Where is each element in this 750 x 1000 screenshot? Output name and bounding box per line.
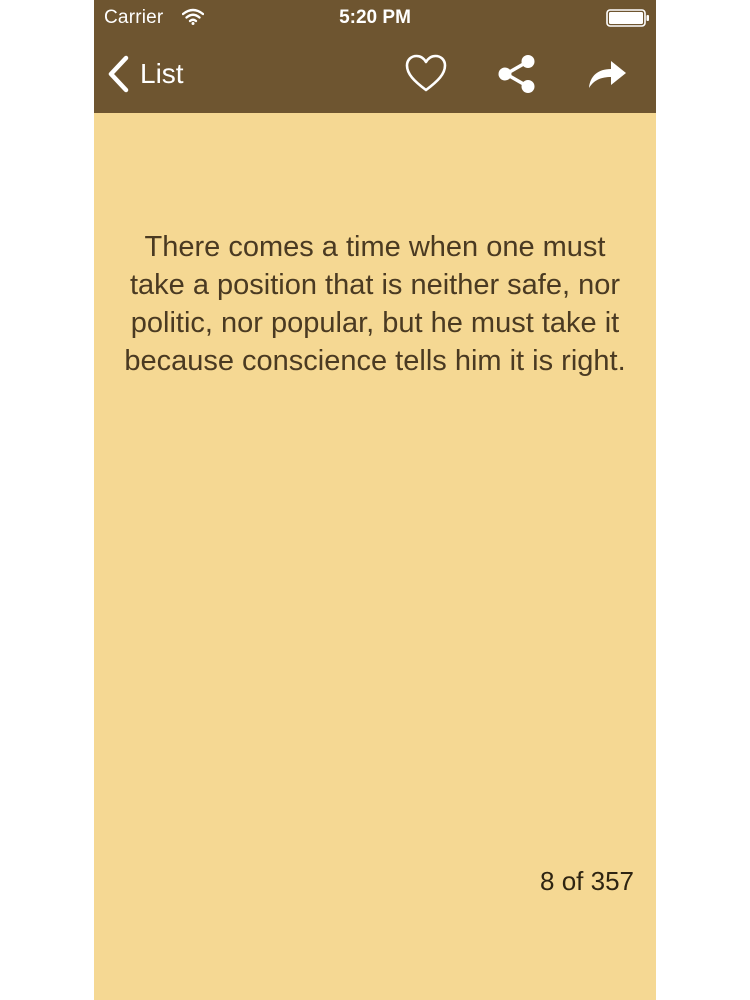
phone-screen: Carrier 5:20 PM List There comes a time … bbox=[94, 0, 656, 1000]
status-bar: Carrier 5:20 PM bbox=[94, 0, 656, 36]
top-bar: Carrier 5:20 PM List bbox=[94, 0, 656, 113]
status-time: 5:20 PM bbox=[339, 7, 411, 28]
quote-position-counter: 8 of 357 bbox=[540, 866, 634, 896]
quote-text: There comes a time when one must take a … bbox=[124, 231, 626, 377]
chevron-left-icon bbox=[108, 55, 129, 93]
share-icon[interactable] bbox=[495, 52, 539, 96]
forward-arrow-icon[interactable] bbox=[585, 52, 629, 96]
heart-icon[interactable] bbox=[404, 52, 448, 96]
battery-icon bbox=[606, 9, 649, 27]
back-button[interactable]: List bbox=[106, 54, 184, 94]
screen: Carrier 5:20 PM List There comes a time … bbox=[0, 0, 750, 1000]
navigation-bar: List bbox=[94, 36, 656, 113]
back-button-label: List bbox=[140, 58, 184, 89]
